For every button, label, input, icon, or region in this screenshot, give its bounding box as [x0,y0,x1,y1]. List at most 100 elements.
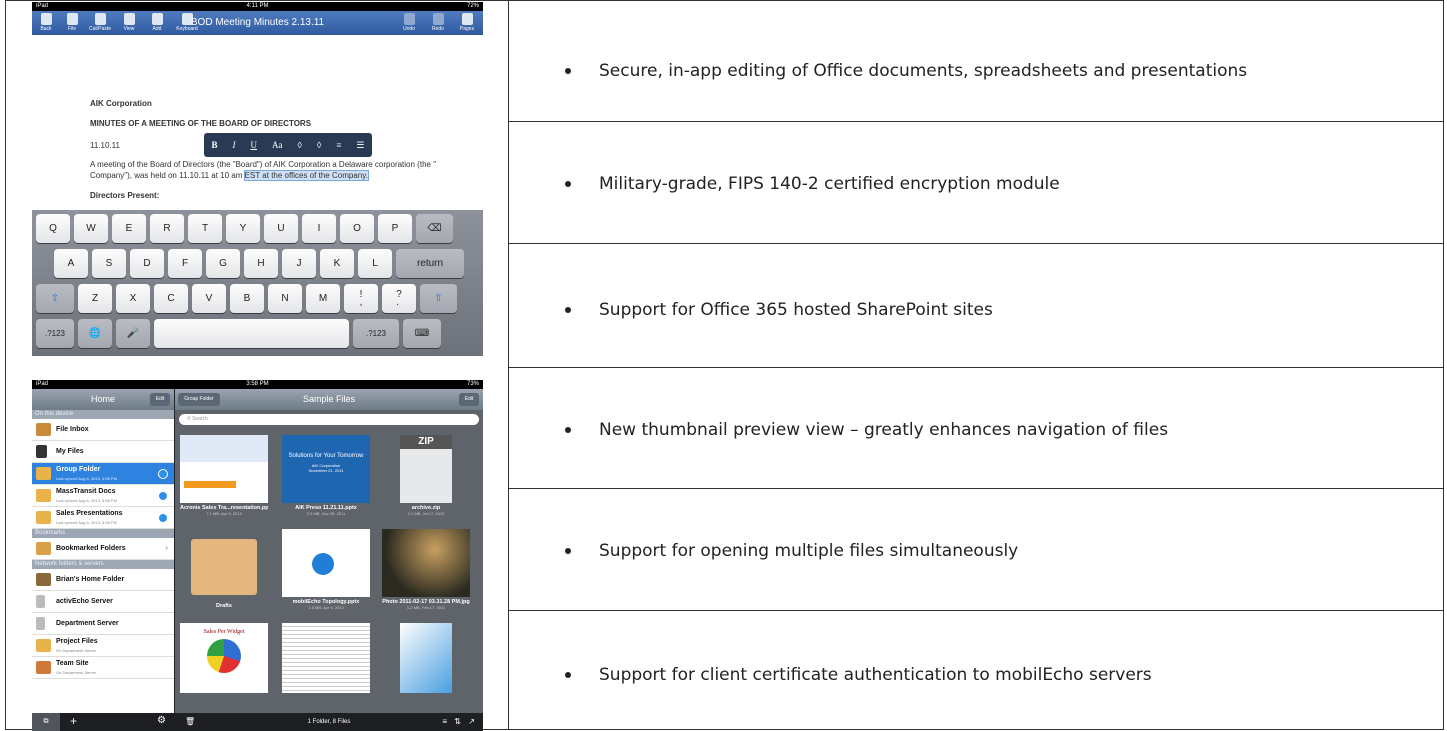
underline-button[interactable]: U [250,140,257,150]
sync-icon[interactable] [158,491,168,501]
file-tile[interactable] [382,623,470,693]
sidebar-item-team-site[interactable]: Team Site On Department Server [32,657,174,679]
key-numbers-left[interactable]: .?123 [36,319,74,348]
bullet-icon [565,548,571,554]
key-f[interactable]: F [168,249,202,278]
key-a[interactable]: A [54,249,88,278]
key-m[interactable]: M [306,284,340,313]
key-return[interactable]: return [396,249,464,278]
key-shift-right[interactable]: ⇧ [420,284,457,313]
key-c[interactable]: C [154,284,188,313]
sidebar-item-bookmarked-folders[interactable]: Bookmarked Folders › [32,538,174,560]
file-tile[interactable]: Photo 2011-02-17 03.31.28 PM.jpg 1.2 MB,… [382,529,470,610]
key-j[interactable]: J [282,249,316,278]
color-button[interactable]: ◊ [317,140,321,150]
sidebar-item-masstransit-docs[interactable]: MassTransit Docs Last synced Aug 6, 2013,… [32,485,174,507]
section-on-this-device: On this device [32,410,174,419]
keyboard-dismiss-icon[interactable]: ⌨ [403,319,441,348]
key-y[interactable]: Y [226,214,260,243]
file-tile[interactable]: mobilEcho Topology.pptx 1.5 MB, Apr 9, 2… [282,529,370,610]
key-l[interactable]: L [358,249,392,278]
key-question[interactable]: ? . [382,284,416,313]
key-w[interactable]: W [74,214,108,243]
trash-icon[interactable]: 🗑 [185,713,195,731]
undo-icon [403,13,415,25]
file-tile[interactable]: Acronis Sales Tra...resentation.pptx 7.1… [180,435,268,516]
font-button[interactable]: Aa [272,140,283,150]
file-tile[interactable]: Sales Per Widget [180,623,268,693]
key-numbers-right[interactable]: .?123 [353,319,399,348]
sidebar-item-activecho-server[interactable]: activEcho Server [32,591,174,613]
key-k[interactable]: K [320,249,354,278]
highlight-button[interactable]: ◊ [297,140,301,150]
key-exclaim[interactable]: ! , [344,284,378,313]
bold-button[interactable]: B [211,140,217,150]
key-e[interactable]: E [112,214,146,243]
italic-button[interactable]: I [232,140,235,150]
key-space[interactable] [154,319,349,348]
sidebar-item-file-inbox[interactable]: File Inbox [32,419,174,441]
key-b[interactable]: B [230,284,264,313]
folder-icon [191,539,257,595]
list-button[interactable]: ☰ [356,140,364,151]
key-q[interactable]: Q [36,214,70,243]
undo-button[interactable]: Undo [397,13,421,32]
feature-row: Secure, in-app editing of Office documen… [509,0,1444,122]
sort-icon[interactable]: ⇅ [454,713,461,731]
key-h[interactable]: H [244,249,278,278]
globe-icon[interactable]: 🌐 [78,319,112,348]
selected-text[interactable]: EST at the offices of the Company. [243,170,369,181]
doc-directors: Directors Present: [90,191,160,200]
list-view-icon[interactable]: ≡ [442,713,447,731]
align-button[interactable]: ≡ [336,140,341,150]
key-r[interactable]: R [150,214,184,243]
bullet-icon [565,427,571,433]
plus-icon[interactable]: + [70,714,77,728]
home-icon [36,573,51,586]
key-i[interactable]: I [302,214,336,243]
sync-icon[interactable] [158,469,168,479]
key-d[interactable]: D [130,249,164,278]
key-shift-left[interactable]: ⇧ [36,284,74,313]
pages-button[interactable]: Pages [455,13,479,32]
redo-button[interactable]: Redo [426,13,450,32]
key-t[interactable]: T [188,214,222,243]
key-o[interactable]: O [340,214,374,243]
sync-icon[interactable] [158,513,168,523]
key-x[interactable]: X [116,284,150,313]
key-backspace[interactable]: ⌫ [416,214,453,243]
file-pane: Group Folder Sample Files Edit ⚲ Search … [175,389,483,731]
copy-icon[interactable]: ⧉ [32,713,60,731]
gear-icon[interactable]: ⚙ [157,715,166,726]
folder-tile[interactable]: Drafts [180,529,268,609]
key-u[interactable]: U [264,214,298,243]
sidebar-edit-button[interactable]: Edit [150,393,170,406]
folder-icon [36,467,51,480]
share-icon[interactable]: ↗ [468,713,475,731]
file-tile[interactable]: ZIP archive.zip 2.1 MB, Jul 17, 2013 [382,435,470,516]
file-tile[interactable] [282,623,370,693]
feature-row: New thumbnail preview view – greatly enh… [509,368,1444,489]
key-p[interactable]: P [378,214,412,243]
sidebar-item-group-folder[interactable]: Group Folder Last synced Aug 6, 2013, 3:5… [32,463,174,485]
sidebar-item-project-files[interactable]: Project Files On Department Server [32,635,174,657]
microphone-icon[interactable]: 🎤 [116,319,150,348]
document-body[interactable]: AIK Corporation MINUTES OF A MEETING OF … [32,35,483,220]
section-network: Network folders & servers [32,560,174,569]
file-pane-edit-button[interactable]: Edit [459,393,479,406]
docx-thumbnail [282,623,370,693]
key-n[interactable]: N [268,284,302,313]
back-button[interactable]: Group Folder [178,393,220,406]
feature-text: Support for opening multiple files simul… [599,541,1019,561]
key-s[interactable]: S [92,249,126,278]
sidebar-item-my-files[interactable]: My Files [32,441,174,463]
key-v[interactable]: V [192,284,226,313]
sidebar-item-department-server[interactable]: Department Server [32,613,174,635]
search-input[interactable]: ⚲ Search [179,414,479,425]
file-tile[interactable]: Solutions for Your Tomorrow AIK Corporat… [282,435,370,516]
key-z[interactable]: Z [78,284,112,313]
key-g[interactable]: G [206,249,240,278]
server-icon [36,617,45,630]
sidebar-item-brians-home-folder[interactable]: Brian's Home Folder [32,569,174,591]
sidebar-item-sales-presentations[interactable]: Sales Presentations Last synced Aug 6, 20… [32,507,174,529]
